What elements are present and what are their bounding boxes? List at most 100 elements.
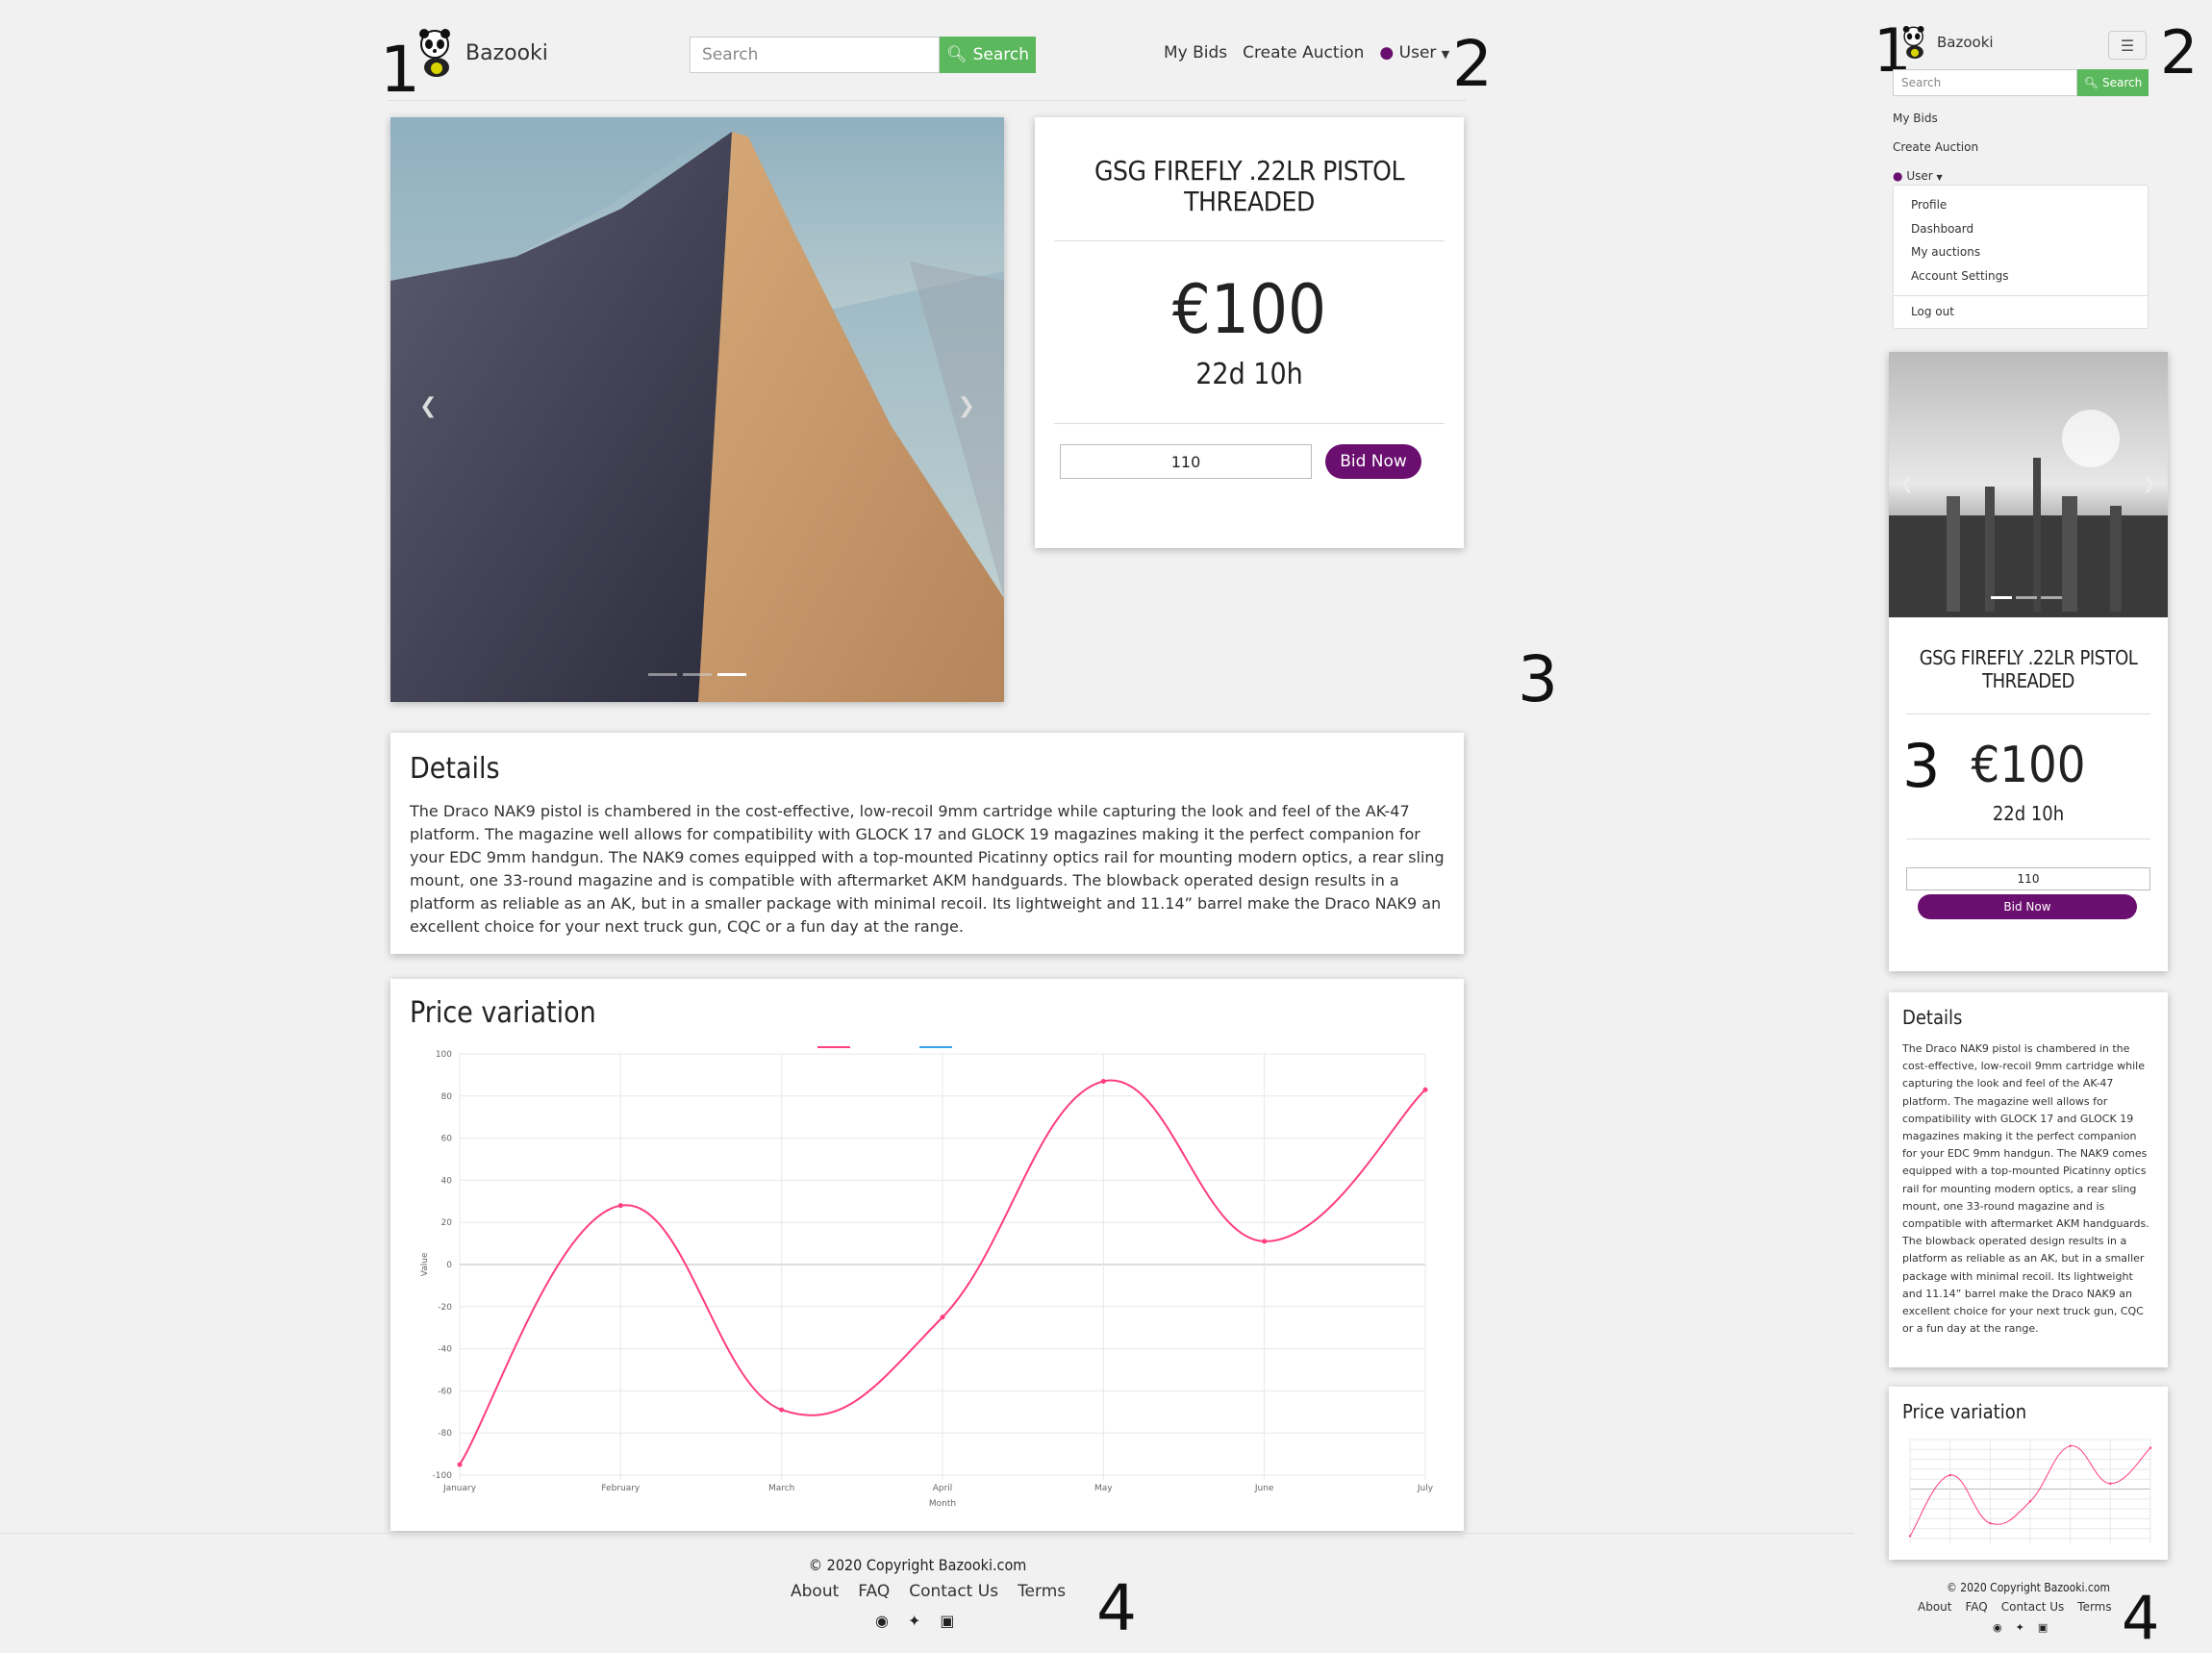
y-tick-label: -100: [433, 1471, 453, 1481]
desktop-view: 1 Bazooki Search 🔍︎ Search My Bids Creat…: [0, 0, 1854, 1652]
legend-swatch-series-2: [919, 1046, 952, 1048]
nav-my-bids[interactable]: My Bids: [1164, 43, 1227, 63]
legend-swatch-series-1: [817, 1046, 850, 1048]
data-point: [940, 1315, 945, 1320]
footer-link[interactable]: FAQ: [858, 1582, 890, 1601]
auction-card-mobile: ❮ ❯ GSG FIREFLY .22LR PISTOL THREADED €10…: [1889, 352, 2168, 971]
search-icon: 🔍︎: [946, 45, 968, 64]
footer-divider: [0, 1533, 1854, 1534]
x-tick-label: April: [933, 1484, 953, 1493]
mobile-view: 1 Bazooki ☰ 2 Search 🔍︎ Search My Bids C…: [1873, 0, 2198, 1653]
twitter-icon[interactable]: ✦: [908, 1612, 920, 1630]
twitter-icon[interactable]: ✦: [2016, 1621, 2024, 1634]
price-chart: 100 80 60 40 20 0 -20 -40 -60 -80 -100 January Febru…: [420, 1046, 1434, 1509]
svg-text:❮: ❮: [1900, 474, 1913, 492]
svg-text:❯: ❯: [2143, 474, 2155, 492]
search-button-mobile[interactable]: 🔍︎ Search: [2077, 69, 2149, 96]
x-tick-label: July: [1417, 1484, 1434, 1493]
x-tick-label: January: [442, 1484, 477, 1493]
time-left: 22d 10h: [1195, 358, 1303, 391]
data-point: [1948, 1473, 1951, 1477]
carousel-next-icon[interactable]: ❯: [958, 394, 975, 418]
carousel-indicator[interactable]: [683, 673, 712, 676]
footer-links: About FAQ Contact Us Terms: [791, 1582, 1066, 1601]
bid-now-button[interactable]: Bid Now: [1325, 444, 1421, 479]
details-card-mobile: Details The Draco NAK9 pistol is chamber…: [1889, 992, 2168, 1367]
bid-amount-input[interactable]: 110: [1060, 444, 1312, 479]
details-card: Details The Draco NAK9 pistol is chamber…: [390, 733, 1464, 954]
mobile-nav: My Bids Create Auction ● User ▼: [1893, 104, 1978, 192]
image-carousel[interactable]: ❮ ❯: [390, 117, 1004, 702]
y-tick-label: 20: [441, 1218, 453, 1228]
carousel-image-mobile[interactable]: ❮ ❯: [1889, 352, 2168, 617]
x-tick-label: May: [1094, 1484, 1113, 1493]
y-tick-label: -40: [438, 1345, 452, 1355]
y-axis-label: Value: [420, 1252, 430, 1276]
data-point: [617, 1203, 623, 1209]
auction-title: GSG FIREFLY .22LR PISTOL THREADED: [1094, 155, 1404, 217]
carousel-indicators: [648, 673, 746, 676]
price-chart-card-mobile: Price variation: [1889, 1387, 2168, 1560]
time-left-mobile: 22d 10h: [1992, 802, 2065, 825]
footer-link[interactable]: Terms: [1018, 1582, 1066, 1601]
carousel-indicator[interactable]: [648, 673, 677, 676]
x-axis-label: Month: [929, 1499, 956, 1509]
facebook-icon[interactable]: ◉: [1993, 1621, 2002, 1634]
nav-create-auction-mobile[interactable]: Create Auction: [1893, 133, 1978, 162]
carousel-prev-icon[interactable]: ❮: [419, 394, 437, 418]
panda-logo-icon: [419, 29, 450, 77]
user-icon: ●: [1893, 169, 1903, 183]
details-text-mobile: The Draco NAK9 pistol is chambered in th…: [1902, 1042, 2149, 1336]
search-icon: 🔍︎: [2083, 76, 2099, 89]
user-menu-item[interactable]: Account Settings: [1911, 264, 2130, 288]
y-tick-label: 100: [436, 1050, 452, 1060]
brand-logo-mobile[interactable]: Bazooki: [1900, 23, 1994, 62]
footer-link[interactable]: About: [791, 1582, 839, 1601]
user-dropdown-menu: Profile Dashboard My auctions Account Setti…: [1893, 185, 2149, 329]
instagram-icon[interactable]: ▣: [2038, 1621, 2048, 1634]
nav-create-auction[interactable]: Create Auction: [1243, 43, 1364, 63]
footer-link[interactable]: Terms: [2077, 1600, 2111, 1614]
footer-link[interactable]: FAQ: [1965, 1600, 1987, 1614]
annotation-2-mobile: 2: [2160, 17, 2199, 88]
user-menu-item[interactable]: Dashboard: [1911, 217, 2130, 241]
annotation-3-mobile: 3: [1902, 731, 1941, 801]
bid-amount-input-mobile[interactable]: 110: [1906, 867, 2150, 890]
search-button[interactable]: 🔍︎ Search: [940, 37, 1036, 73]
user-dropdown[interactable]: ● User ▼: [1379, 43, 1449, 63]
user-icon: ●: [1379, 43, 1395, 63]
hamburger-menu-icon[interactable]: ☰: [2108, 31, 2147, 60]
data-point: [2028, 1500, 2032, 1503]
details-text: The Draco NAK9 pistol is chambered in th…: [410, 802, 1445, 936]
logout-item[interactable]: Log out: [1894, 302, 2148, 321]
bid-now-button-mobile[interactable]: Bid Now: [1918, 894, 2137, 919]
carousel-image: [390, 117, 1004, 702]
facebook-icon[interactable]: ◉: [875, 1612, 889, 1630]
annotation-2: 2: [1452, 27, 1493, 101]
brand-logo[interactable]: Bazooki: [415, 27, 548, 79]
footer-link[interactable]: Contact Us: [2001, 1600, 2065, 1614]
annotation-4-mobile: 4: [2122, 1583, 2160, 1653]
search-input[interactable]: Search: [690, 37, 940, 73]
annotation-3: 3: [1518, 642, 1558, 716]
nav-my-bids-mobile[interactable]: My Bids: [1893, 104, 1978, 133]
user-menu-item[interactable]: Profile: [1911, 193, 2130, 217]
footer-link[interactable]: About: [1918, 1600, 1951, 1614]
annotation-1: 1: [380, 33, 420, 107]
carousel-indicator[interactable]: [717, 673, 746, 676]
auction-title-mobile: GSG FIREFLY .22LR PISTOL THREADED: [1919, 646, 2138, 692]
footer-copyright: © 2020 Copyright Bazooki.com: [808, 1556, 1027, 1574]
data-point: [1100, 1078, 1106, 1084]
y-tick-label: 40: [441, 1176, 453, 1186]
auction-card: GSG FIREFLY .22LR PISTOL THREADED €100 2…: [1035, 117, 1464, 548]
caret-down-icon: ▼: [1936, 173, 1943, 182]
user-menu-item[interactable]: My auctions: [1911, 240, 2130, 264]
footer-link[interactable]: Contact Us: [909, 1582, 998, 1601]
details-heading: Details: [410, 752, 500, 786]
instagram-icon[interactable]: ▣: [940, 1612, 954, 1630]
brand-name-mobile: Bazooki: [1937, 34, 1994, 51]
main-nav: My Bids Create Auction ● User ▼: [1164, 43, 1449, 63]
search-input-mobile[interactable]: Search: [1893, 69, 2077, 96]
y-tick-label: -20: [438, 1303, 452, 1313]
caret-down-icon: ▼: [1441, 48, 1450, 61]
